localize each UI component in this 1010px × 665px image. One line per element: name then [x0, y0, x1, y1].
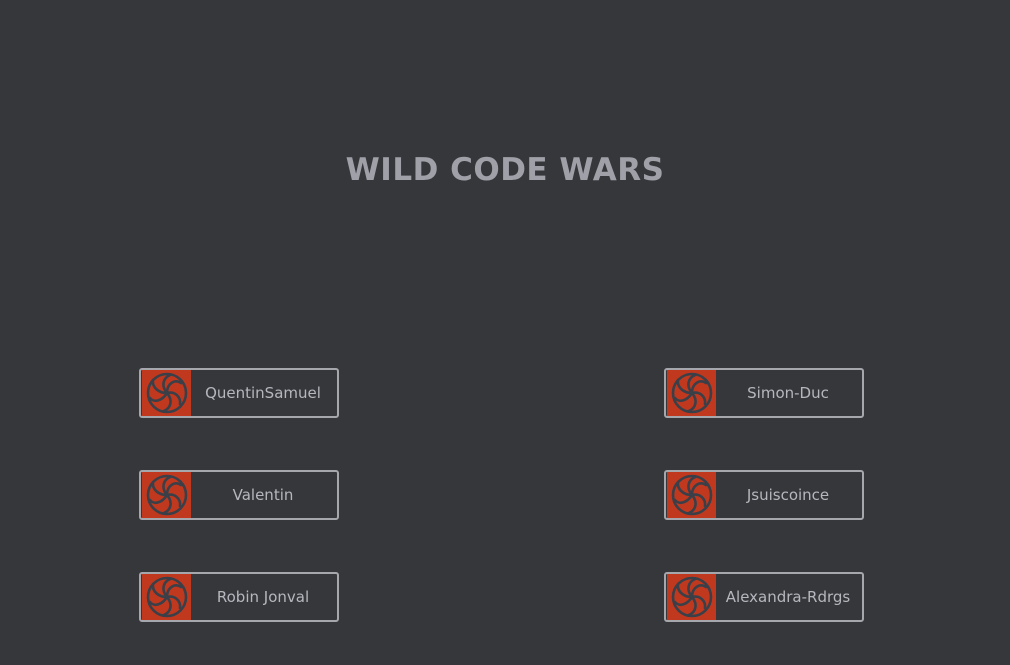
spiral-flower-icon [671, 576, 712, 618]
player-name: Valentin [232, 486, 294, 504]
page: WILD CODE WARS QuentinSamuel Simon-Duc V… [0, 0, 1010, 665]
player-name: QuentinSamuel [205, 384, 321, 402]
player-card-quentinsamuel[interactable]: QuentinSamuel [139, 368, 339, 418]
page-title: WILD CODE WARS [345, 152, 665, 188]
player-card-simon-duc[interactable]: Simon-Duc [664, 368, 864, 418]
spiral-flower-icon [671, 372, 712, 414]
player-name: Jsuiscoince [746, 486, 830, 504]
spiral-flower-icon [146, 576, 187, 618]
player-avatar [667, 370, 716, 416]
player-card-valentin[interactable]: Valentin [139, 470, 339, 520]
player-avatar [667, 574, 716, 620]
player-avatar [142, 472, 191, 518]
player-avatar [142, 370, 191, 416]
player-card-robin-jonval[interactable]: Robin Jonval [139, 572, 339, 622]
player-name: Alexandra-Rdrgs [725, 588, 851, 606]
player-name: Robin Jonval [216, 588, 310, 606]
player-avatar [667, 472, 716, 518]
spiral-flower-icon [146, 372, 187, 414]
player-card-jsuiscoince[interactable]: Jsuiscoince [664, 470, 864, 520]
spiral-flower-icon [671, 474, 712, 516]
player-name: Simon-Duc [747, 384, 829, 402]
spiral-flower-icon [146, 474, 187, 516]
player-card-alexandra-rdrgs[interactable]: Alexandra-Rdrgs [664, 572, 864, 622]
player-avatar [142, 574, 191, 620]
